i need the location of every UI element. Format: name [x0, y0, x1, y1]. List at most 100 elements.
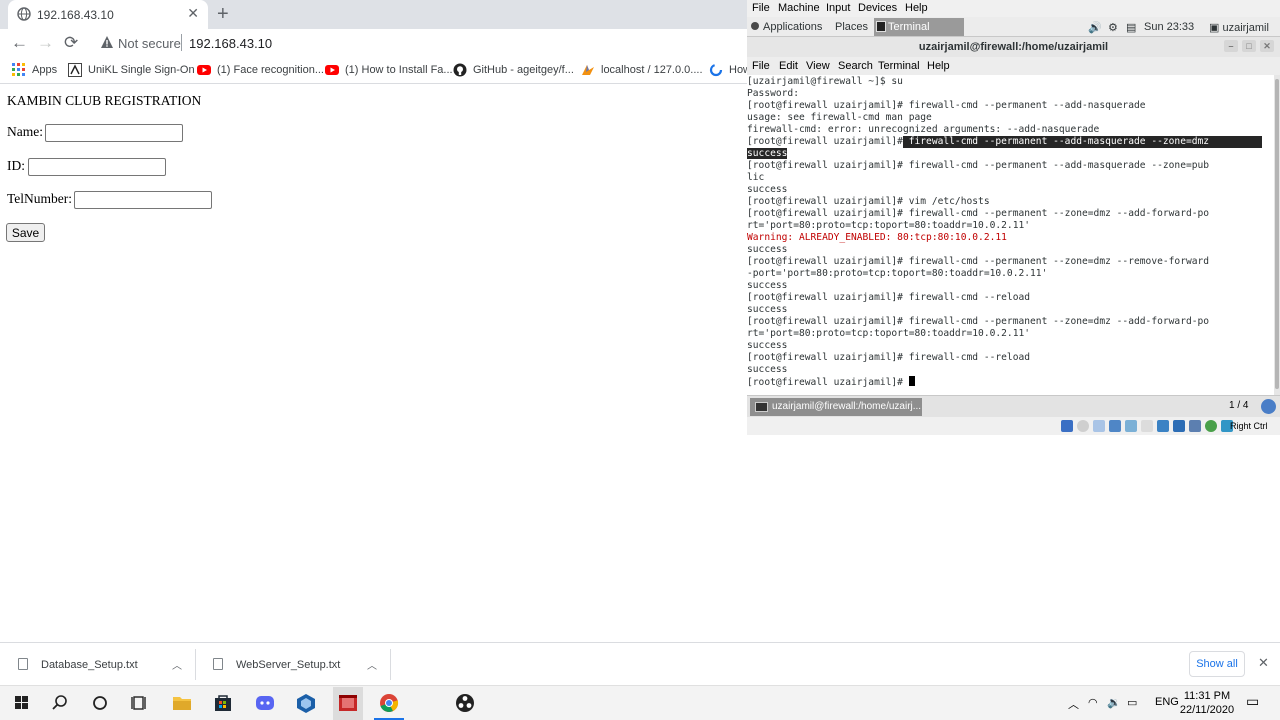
download-item-database[interactable]: Database_Setup.txt ︿ [0, 643, 196, 686]
tab-active[interactable]: 192.168.43.10 ✕ [8, 0, 208, 29]
gnome-terminal-task[interactable]: Terminal [874, 18, 964, 36]
terminal-prompt: [root@firewall uzairjamil]# [747, 136, 903, 147]
file-explorer-icon[interactable] [170, 692, 194, 714]
network-adapter-icon[interactable] [1109, 420, 1121, 432]
terminal-menu-bar: File Edit View Search Terminal Help [747, 57, 1280, 75]
keyboard-icon[interactable]: ▭ [1127, 696, 1137, 709]
terminal-line: [root@firewall uzairjamil]# firewall-cmd… [747, 136, 1262, 148]
terminal-text: success [747, 280, 788, 291]
vb-menu-file[interactable]: File [752, 2, 770, 14]
gnome-places-menu[interactable]: Places [835, 21, 868, 33]
workspace-indicator[interactable]: 1 / 4 [1229, 400, 1248, 411]
new-tab-button[interactable]: + [217, 3, 229, 26]
info-icon[interactable] [1261, 399, 1276, 414]
terminal-icon [755, 402, 768, 412]
minimize-icon[interactable]: – [1224, 40, 1238, 52]
gnome-foot-icon [751, 22, 759, 30]
app-icon[interactable] [336, 692, 360, 714]
bookmark-label: Apps [32, 64, 58, 76]
term-menu-help[interactable]: Help [927, 60, 950, 72]
back-button[interactable]: ← [11, 33, 28, 53]
gnome-bottom-panel: uzairjamil@firewall:/home/uzairj... 1 / … [747, 395, 1280, 417]
chevron-up-icon[interactable]: ︿ [172, 657, 182, 672]
system-clock[interactable]: 11:31 PM 22/11/2020 [1172, 689, 1242, 717]
maximize-icon[interactable]: □ [1242, 40, 1256, 52]
term-menu-edit[interactable]: Edit [779, 60, 798, 72]
address-bar[interactable]: Not secure 192.168.43.10 [90, 30, 750, 56]
term-menu-file[interactable]: File [752, 60, 770, 72]
cortana-icon[interactable] [88, 692, 112, 714]
term-menu-view[interactable]: View [806, 60, 830, 72]
virtualbox-icon[interactable] [294, 692, 318, 714]
wifi-icon[interactable]: ◠ [1088, 696, 1098, 709]
terminal-line: success [747, 184, 787, 196]
store-icon[interactable] [211, 692, 235, 714]
terminal-line: lic [747, 172, 764, 184]
audio-icon[interactable] [1093, 420, 1105, 432]
gnome-top-bar: Applications Places Terminal 🔊 ⚙ ▤ Sun 2… [747, 17, 1280, 37]
notification-icon[interactable]: ▭ [1246, 693, 1259, 710]
scrollbar-thumb[interactable] [1275, 79, 1279, 389]
id-input[interactable] [28, 158, 166, 176]
download-item-webserver[interactable]: WebServer_Setup.txt ︿ [195, 643, 391, 686]
show-all-button[interactable]: Show all [1189, 651, 1245, 677]
vb-menu-machine[interactable]: Machine [778, 2, 820, 14]
url-text[interactable]: 192.168.43.10 [189, 36, 272, 51]
text-file-icon [213, 658, 223, 670]
chevron-up-icon[interactable]: ︿ [1068, 696, 1079, 712]
gnome-applications-menu[interactable]: Applications [751, 21, 822, 33]
terminal-scrollbar[interactable] [1274, 75, 1280, 395]
warning-icon[interactable] [100, 35, 114, 49]
vb-menu-help[interactable]: Help [905, 2, 928, 14]
recording-icon[interactable] [1173, 420, 1185, 432]
volume-icon[interactable]: 🔉 [1107, 696, 1121, 709]
terminal-line: success [747, 304, 787, 316]
cpu-icon[interactable] [1189, 420, 1201, 432]
name-label: Name: [7, 124, 43, 139]
terminal-output[interactable]: [uzairjamil@firewall ~]$ su Password: [roo… [747, 75, 1274, 395]
gnome-clock[interactable]: Sun 23:33 [1144, 21, 1194, 33]
reload-button[interactable]: ⟳ [64, 33, 78, 53]
terminal-text: [root@firewall uzairjamil]# [747, 377, 909, 388]
term-menu-terminal[interactable]: Terminal [878, 60, 920, 72]
close-icon[interactable]: ✕ [1260, 40, 1274, 52]
shared-folders-icon[interactable] [1141, 420, 1153, 432]
optical-drive-icon[interactable] [1077, 420, 1089, 432]
terminal-line: success [747, 148, 788, 160]
vb-menu-view[interactable]: Input [826, 2, 850, 14]
download-divider [390, 649, 391, 680]
term-menu-search[interactable]: Search [838, 60, 873, 72]
not-secure-label[interactable]: Not secure [118, 36, 181, 51]
clipboard-icon[interactable]: ▤ [1126, 21, 1136, 34]
close-downloads-icon[interactable]: ✕ [1258, 655, 1269, 671]
forward-button[interactable]: → [37, 33, 54, 53]
network-icon[interactable]: ⚙ [1108, 21, 1118, 34]
volume-icon[interactable]: 🔊 [1088, 21, 1102, 34]
terminal-line: [root@firewall uzairjamil]# vim /etc/hos… [747, 196, 990, 208]
discord-icon[interactable] [253, 692, 277, 714]
terminal-text: [root@firewall uzairjamil]# firewall-cmd… [747, 316, 1210, 327]
display-icon[interactable] [1157, 420, 1169, 432]
gnome-user-menu[interactable]: ▣ uzairjamil [1209, 21, 1269, 34]
virtualbox-status-bar: Right Ctrl [747, 417, 1280, 435]
task-view-icon[interactable] [128, 692, 152, 714]
chevron-up-icon[interactable]: ︿ [367, 657, 377, 672]
hdd-icon[interactable] [1061, 420, 1073, 432]
tab-close-icon[interactable]: ✕ [187, 5, 199, 22]
save-button[interactable]: Save [6, 223, 45, 242]
chrome-icon[interactable] [377, 692, 401, 714]
vt-x-icon[interactable] [1205, 420, 1217, 432]
obs-icon[interactable] [453, 692, 477, 714]
telnumber-label: TelNumber: [7, 191, 73, 206]
name-input[interactable] [45, 124, 183, 142]
usb-icon[interactable] [1125, 420, 1137, 432]
terminal-text: usage: see firewall-cmd man page [747, 112, 932, 123]
search-icon[interactable] [48, 692, 72, 714]
windows-start-icon[interactable] [10, 692, 34, 714]
telnumber-input[interactable] [74, 191, 212, 209]
download-filename: Database_Setup.txt [41, 659, 138, 671]
terminal-line: Password: [747, 88, 799, 100]
bookmark-label: localhost / 127.0.0.... [601, 64, 703, 76]
terminal-window-button[interactable]: uzairjamil@firewall:/home/uzairj... [750, 398, 922, 416]
vb-menu-devices[interactable]: Devices [858, 2, 897, 14]
